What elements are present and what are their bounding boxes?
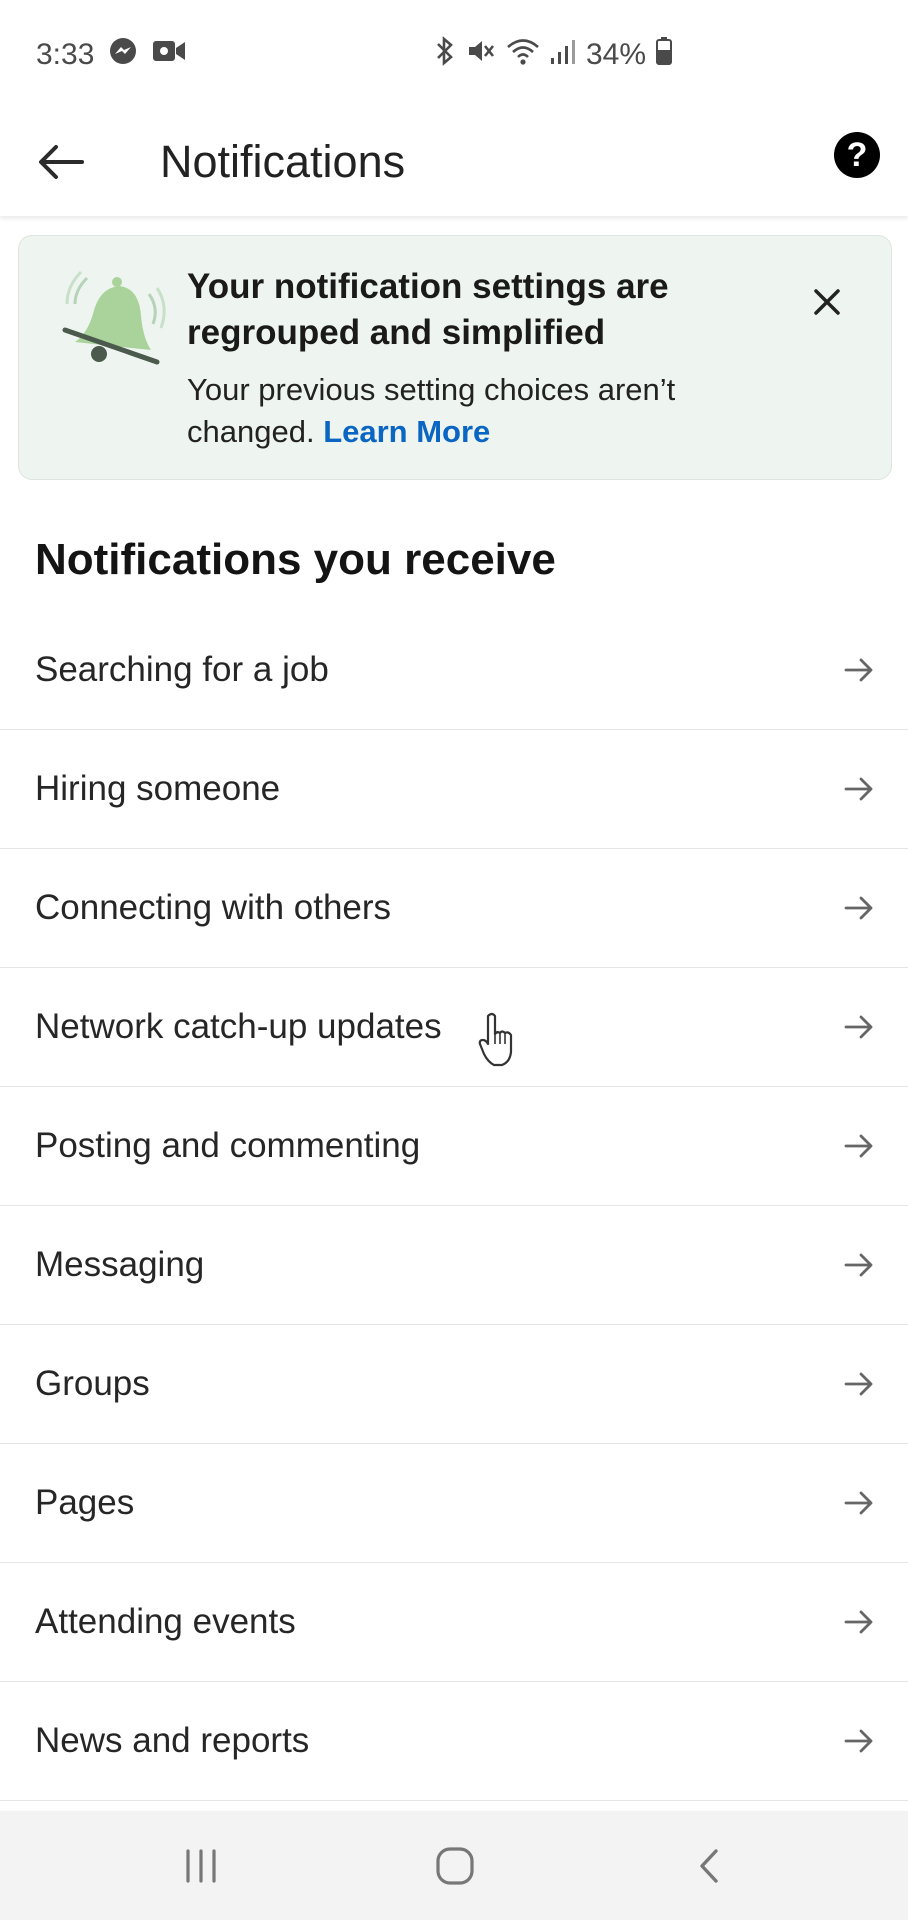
help-icon[interactable]: ? xyxy=(834,132,880,178)
wifi-icon xyxy=(506,36,540,74)
list-item-groups[interactable]: Groups xyxy=(0,1325,908,1444)
battery-percent: 34% xyxy=(585,38,646,71)
arrow-right-icon xyxy=(842,1367,876,1401)
list-item-label: Hiring someone xyxy=(35,769,281,808)
mute-icon xyxy=(466,36,496,74)
list-item-posting-and-commenting[interactable]: Posting and commenting xyxy=(0,1087,908,1206)
learn-more-link[interactable]: Learn More xyxy=(323,414,490,449)
banner-text: Your previous setting choices aren’t cha… xyxy=(187,369,747,453)
list-item-label: Groups xyxy=(35,1364,150,1403)
arrow-right-icon xyxy=(842,772,876,806)
section-title: Notifications you receive xyxy=(35,535,556,584)
list-item-label: Network catch-up updates xyxy=(35,1007,442,1046)
list-item-searching-for-a-job[interactable]: Searching for a job xyxy=(0,611,908,730)
banner-title: Your notification settings are regrouped… xyxy=(187,267,669,352)
recents-icon[interactable] xyxy=(176,1841,226,1891)
arrow-right-icon xyxy=(842,1486,876,1520)
signal-icon xyxy=(550,36,576,74)
hand-cursor-icon xyxy=(478,1012,516,1068)
status-bar: 3:33 34% xyxy=(0,0,908,110)
info-banner: Your notification settings are regrouped… xyxy=(18,235,892,480)
messenger-icon xyxy=(108,36,138,74)
status-time: 3:33 xyxy=(36,38,95,71)
list-item-label: Messaging xyxy=(35,1245,205,1284)
arrow-right-icon xyxy=(842,1724,876,1758)
bluetooth-icon xyxy=(434,36,456,74)
list-item-news-and-reports[interactable]: News and reports xyxy=(0,1682,908,1801)
app-bar: Notifications xyxy=(0,110,908,216)
list-item-attending-events[interactable]: Attending events xyxy=(0,1563,908,1682)
arrow-right-icon xyxy=(842,1129,876,1163)
system-nav-bar xyxy=(0,1811,908,1920)
battery-icon xyxy=(656,36,672,74)
arrow-right-icon xyxy=(842,1248,876,1282)
arrow-left-icon[interactable] xyxy=(34,134,90,190)
list-item-label: Attending events xyxy=(35,1602,296,1641)
video-icon xyxy=(152,38,186,72)
list-item-pages[interactable]: Pages xyxy=(0,1444,908,1563)
list-item-hiring-someone[interactable]: Hiring someone xyxy=(0,730,908,849)
list-item-label: News and reports xyxy=(35,1721,310,1760)
arrow-right-icon xyxy=(842,653,876,687)
home-icon[interactable] xyxy=(430,1841,480,1891)
close-icon[interactable] xyxy=(807,282,847,322)
list-item-label: Searching for a job xyxy=(35,650,329,689)
list-item-connecting-with-others[interactable]: Connecting with others xyxy=(0,849,908,968)
list-item-messaging[interactable]: Messaging xyxy=(0,1206,908,1325)
arrow-right-icon xyxy=(842,1605,876,1639)
list-item-label: Posting and commenting xyxy=(35,1126,421,1165)
bell-icon xyxy=(53,258,173,378)
notification-category-list: Searching for a job Hiring someone Conne… xyxy=(0,611,908,1801)
arrow-right-icon xyxy=(842,1010,876,1044)
arrow-right-icon xyxy=(842,891,876,925)
list-item-label: Pages xyxy=(35,1483,135,1522)
back-icon[interactable] xyxy=(684,1841,734,1891)
list-item-label: Connecting with others xyxy=(35,888,392,927)
page-title: Notifications xyxy=(160,136,406,187)
list-item-network-catch-up-updates[interactable]: Network catch-up updates xyxy=(0,968,908,1087)
